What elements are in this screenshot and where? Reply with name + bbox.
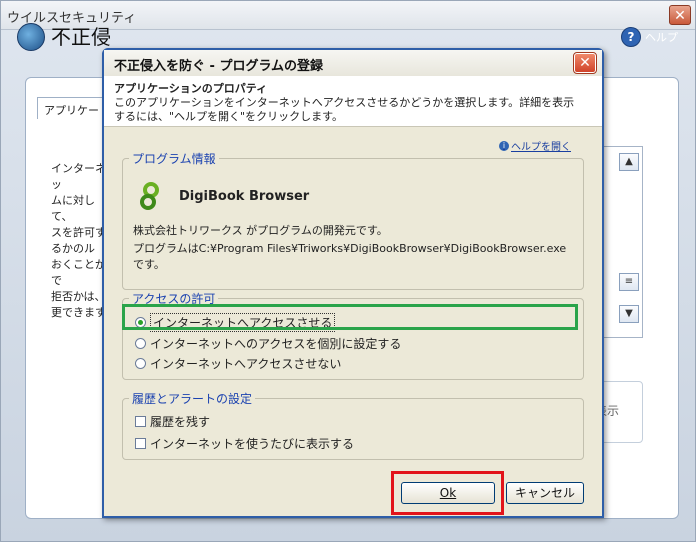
outer-heading: 不正侵 — [51, 25, 111, 49]
scroll-thumb[interactable]: ≡ — [619, 273, 639, 291]
program-path-line-end: です。 — [133, 258, 165, 271]
program-registration-dialog: 不正侵入を防ぐ - プログラムの登録 ✕ アプリケーションのプロパティ このアプ… — [102, 48, 604, 518]
green-highlight-box — [122, 304, 578, 330]
open-help-link[interactable]: i ヘルプを開く — [499, 138, 571, 153]
outer-help-label: ヘルプ — [645, 31, 678, 44]
history-alert-group: 履歴とアラートの設定 履歴を残す インターネットを使うたびに表示する — [122, 390, 584, 460]
info-text: このアプリケーションをインターネットへアクセスさせるかどうかを選択します。詳細を… — [114, 96, 575, 123]
radio-button[interactable] — [135, 338, 146, 349]
radio-deny-access[interactable]: インターネットへアクセスさせない — [135, 355, 341, 372]
dialog-info-panel: アプリケーションのプロパティ このアプリケーションをインターネットへアクセスさせ… — [104, 76, 602, 127]
scroll-down-icon[interactable]: ▼ — [619, 305, 639, 323]
program-logo-icon — [140, 182, 159, 210]
scroll-up-icon[interactable]: ▲ — [619, 153, 639, 171]
radio-individual-access[interactable]: インターネットへのアクセスを個別に設定する — [135, 335, 401, 352]
check-label: 履歴を残す — [150, 415, 211, 429]
open-help-label: ヘルプを開く — [511, 142, 571, 153]
history-alert-title: 履歴とアラートの設定 — [129, 390, 256, 407]
checkbox[interactable] — [135, 416, 146, 427]
radio-label: インターネットへのアクセスを個別に設定する — [150, 337, 402, 351]
outer-close-icon[interactable]: ✕ — [669, 5, 691, 25]
outer-help-link[interactable]: ? ヘルプ — [621, 27, 678, 47]
dialog-close-icon[interactable]: ✕ — [573, 52, 597, 74]
radio-button[interactable] — [135, 358, 146, 369]
program-info-group: プログラム情報 DigiBook Browser 株式会社トリワークス がプログ… — [122, 150, 584, 290]
developer-line: 株式会社トリワークス がプログラムの開発元です。 — [133, 224, 388, 237]
program-info-title: プログラム情報 — [129, 150, 219, 167]
info-title: アプリケーションのプロパティ — [114, 82, 268, 95]
check-keep-history[interactable]: 履歴を残す — [135, 413, 210, 430]
program-name: DigiBook Browser — [179, 189, 310, 204]
dialog-title: 不正侵入を防ぐ - プログラムの登録 — [114, 59, 324, 74]
check-show-every-time[interactable]: インターネットを使うたびに表示する — [135, 435, 354, 452]
help-icon: ? — [621, 27, 641, 47]
info-icon: i — [499, 140, 509, 151]
red-highlight-box — [391, 471, 504, 515]
cancel-button[interactable]: キャンセル — [506, 482, 584, 504]
radio-label: インターネットへアクセスさせない — [150, 357, 342, 371]
checkbox[interactable] — [135, 438, 146, 449]
app-logo-icon — [17, 23, 45, 51]
dialog-titlebar: 不正侵入を防ぐ - プログラムの登録 ✕ — [104, 50, 602, 77]
program-path-line: プログラムはC:¥Program Files¥Triworks¥DigiBook… — [133, 242, 567, 255]
check-label: インターネットを使うたびに表示する — [150, 437, 355, 451]
